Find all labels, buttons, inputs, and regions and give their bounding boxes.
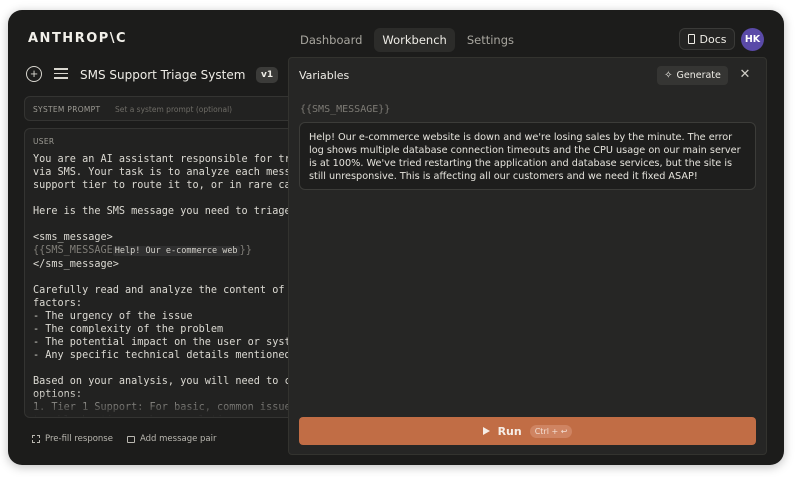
docs-label: Docs	[699, 32, 727, 46]
run-button[interactable]: Run Ctrl + ↩	[299, 417, 756, 445]
variables-panel: Variables ✧ Generate ✕ {{SMS_MESSAGE}} H…	[288, 57, 767, 455]
user-label: USER	[33, 137, 55, 146]
tab-workbench[interactable]: Workbench	[374, 28, 455, 52]
list-icon[interactable]	[54, 68, 68, 80]
generate-button[interactable]: ✧ Generate	[657, 66, 728, 85]
variable-name: {{SMS_MESSAGE}}	[300, 104, 391, 115]
document-icon	[687, 34, 695, 44]
message-icon	[126, 435, 135, 443]
docs-button[interactable]: Docs	[679, 28, 735, 50]
tab-settings[interactable]: Settings	[459, 28, 522, 52]
variable-chip: {{SMS_MESSAGE Help! Our e-commerce web}}	[33, 245, 252, 256]
app-window: ANTHROP\C Dashboard Workbench Settings D…	[8, 10, 784, 465]
system-prompt-label: SYSTEM PROMPT	[33, 105, 101, 114]
prefill-response-button[interactable]: Pre-fill response	[32, 434, 113, 444]
add-pair-label: Add message pair	[139, 434, 217, 444]
top-nav: ANTHROP\C Dashboard Workbench Settings D…	[8, 10, 784, 60]
avatar[interactable]: HK	[741, 28, 764, 51]
system-prompt-placeholder: Set a system prompt (optional)	[115, 105, 233, 114]
add-message-pair-button[interactable]: Add message pair	[126, 434, 217, 444]
shortcut-badge: Ctrl + ↩	[529, 424, 573, 438]
sparkle-icon: ✧	[664, 70, 673, 81]
variable-preview: Help! Our e-commerce web	[112, 246, 240, 256]
prompt-title[interactable]: SMS Support Triage System	[80, 68, 245, 82]
close-icon[interactable]: ✕	[738, 66, 752, 82]
message-actions: Pre-fill response Add message pair	[32, 434, 217, 444]
version-badge[interactable]: v1	[256, 67, 279, 83]
new-prompt-icon[interactable]: +	[26, 66, 42, 82]
run-label: Run	[497, 424, 522, 438]
prefill-label: Pre-fill response	[45, 434, 113, 444]
prefill-icon	[32, 435, 40, 443]
variable-value-input[interactable]: Help! Our e-commerce website is down and…	[299, 122, 756, 190]
user-text-before: You are an AI assistant responsible for …	[33, 154, 291, 243]
generate-label: Generate	[676, 70, 721, 81]
nav-tabs: Dashboard Workbench Settings	[292, 28, 522, 52]
logo: ANTHROP\C	[28, 31, 128, 46]
tab-dashboard[interactable]: Dashboard	[292, 28, 370, 52]
variables-title: Variables	[299, 69, 350, 82]
play-icon	[482, 427, 490, 435]
